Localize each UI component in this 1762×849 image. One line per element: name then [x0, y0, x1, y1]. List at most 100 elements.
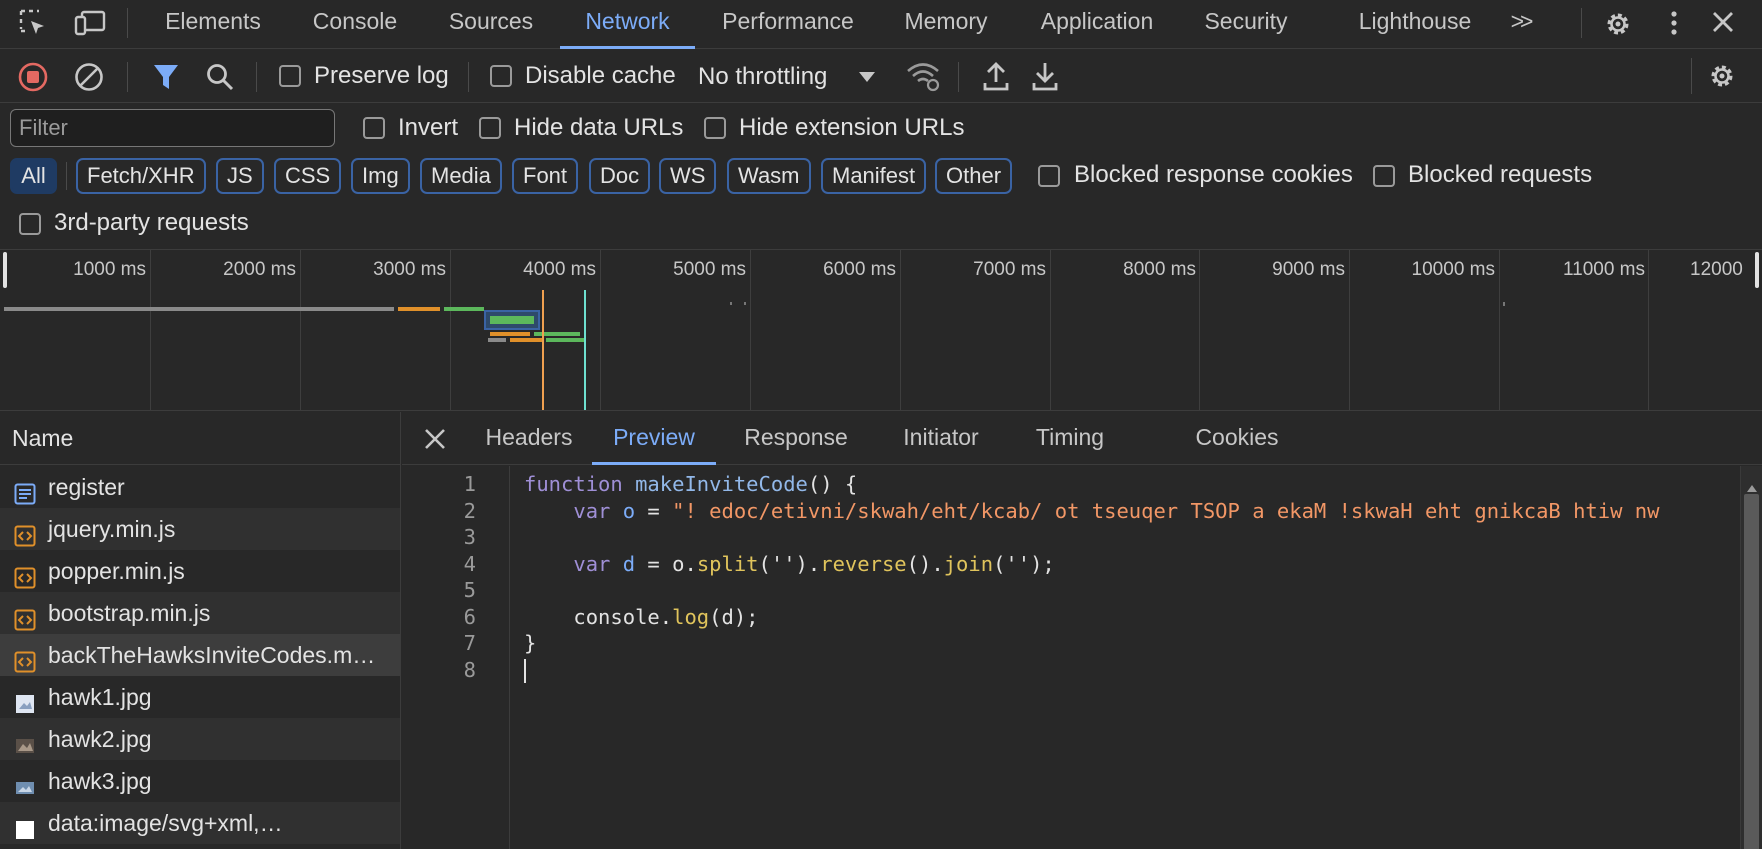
- clear-icon[interactable]: [74, 62, 104, 92]
- type-filter-js[interactable]: JS: [216, 158, 264, 194]
- third-party-requests-checkbox[interactable]: [19, 213, 41, 235]
- blocked-requests-checkbox[interactable]: [1373, 165, 1395, 187]
- throttling-select[interactable]: No throttling: [698, 60, 882, 94]
- tick-label: 12000: [1690, 259, 1743, 280]
- device-toolbar-icon[interactable]: [74, 8, 106, 38]
- overview-bar: [398, 307, 440, 311]
- type-filter-img[interactable]: Img: [351, 158, 410, 194]
- type-filter-fetch-xhr[interactable]: Fetch/XHR: [76, 158, 206, 194]
- request-name: bootstrap.min.js: [48, 600, 211, 626]
- scroll-up-arrow-icon[interactable]: [1746, 474, 1758, 492]
- network-overview-timeline[interactable]: 1000 ms 2000 ms 3000 ms 4000 ms 5000 ms …: [0, 249, 1762, 411]
- hide-extension-urls-label: Hide extension URLs: [739, 114, 965, 141]
- tab-response[interactable]: Response: [728, 412, 864, 465]
- scrollbar-thumb[interactable]: [1744, 494, 1759, 849]
- overview-bar: [488, 338, 506, 342]
- request-row-hawk1[interactable]: hawk1.jpg: [0, 676, 400, 718]
- request-name: register: [48, 474, 125, 500]
- tab-cookies[interactable]: Cookies: [1102, 412, 1372, 465]
- type-filter-manifest[interactable]: Manifest: [821, 158, 927, 194]
- type-filter-css[interactable]: CSS: [274, 158, 342, 194]
- disable-cache-checkbox[interactable]: [490, 65, 512, 87]
- type-filter-wasm[interactable]: Wasm: [727, 158, 811, 194]
- overview-bar: [444, 307, 484, 311]
- tab-headers[interactable]: Headers: [464, 412, 594, 465]
- tab-application[interactable]: Application: [1024, 0, 1170, 49]
- disable-cache-label: Disable cache: [525, 62, 676, 89]
- type-filter-other[interactable]: Other: [935, 158, 1013, 194]
- overview-right-handle[interactable]: [1755, 252, 1759, 288]
- blocked-response-cookies-checkbox[interactable]: [1038, 165, 1060, 187]
- request-row-hawk3[interactable]: hawk3.jpg: [0, 760, 400, 802]
- preserve-log-label: Preserve log: [314, 62, 449, 89]
- tab-initiator[interactable]: Initiator: [876, 412, 1006, 465]
- tick-label: 9000 ms: [1272, 259, 1345, 280]
- tab-elements[interactable]: Elements: [148, 0, 278, 49]
- tab-lighthouse[interactable]: Lighthouse: [1344, 0, 1486, 49]
- tick-label: 5000 ms: [673, 259, 746, 280]
- tab-network[interactable]: Network: [560, 0, 695, 49]
- text-cursor: [524, 659, 526, 683]
- document-icon: [14, 476, 36, 505]
- filter-funnel-icon[interactable]: [152, 62, 180, 92]
- svg-icon: [14, 812, 36, 839]
- code-preview[interactable]: 1 2 3 4 5 6 7 8 function makeInviteCode(…: [402, 466, 1762, 849]
- network-settings-gear-icon[interactable]: [1706, 60, 1738, 92]
- tick-label: 1000 ms: [73, 259, 146, 280]
- type-filter-media[interactable]: Media: [420, 158, 502, 194]
- tab-sources[interactable]: Sources: [432, 0, 550, 49]
- hide-data-urls-checkbox[interactable]: [479, 117, 501, 139]
- request-row-popper[interactable]: popper.min.js: [0, 550, 400, 592]
- request-row-backthehawks[interactable]: backTheHawksInviteCodes.m…: [0, 634, 400, 676]
- close-detail-icon[interactable]: [424, 428, 446, 450]
- type-filter-doc[interactable]: Doc: [589, 158, 651, 194]
- name-column-header[interactable]: Name: [0, 412, 401, 465]
- tab-performance[interactable]: Performance: [710, 0, 866, 49]
- overview-bar: [534, 332, 580, 336]
- preserve-log-checkbox[interactable]: [279, 65, 301, 87]
- hide-extension-urls-checkbox[interactable]: [704, 117, 726, 139]
- overview-left-handle[interactable]: [3, 252, 7, 288]
- record-stop-icon[interactable]: [18, 62, 48, 92]
- tick-label: 10000 ms: [1411, 259, 1495, 280]
- import-har-icon[interactable]: [982, 60, 1010, 92]
- invert-checkbox[interactable]: [363, 117, 385, 139]
- code-line: var o = "! edoc/etivni/skwah/eht/kcab/ o…: [573, 498, 1660, 523]
- request-row-bootstrap[interactable]: bootstrap.min.js: [0, 592, 400, 634]
- search-icon[interactable]: [205, 62, 235, 92]
- close-devtools-icon[interactable]: [1710, 9, 1736, 35]
- request-row-data-svg[interactable]: data:image/svg+xml,…: [0, 802, 400, 844]
- line-number: 4: [463, 551, 476, 576]
- request-name: hawk2.jpg: [48, 726, 152, 752]
- line-number-gutter: 1 2 3 4 5 6 7 8: [402, 466, 510, 849]
- tab-console[interactable]: Console: [296, 0, 414, 49]
- tab-memory[interactable]: Memory: [886, 0, 1006, 49]
- network-conditions-icon[interactable]: [906, 60, 940, 92]
- type-filter-font[interactable]: Font: [512, 158, 579, 194]
- request-row-hawk2[interactable]: hawk2.jpg: [0, 718, 400, 760]
- more-options-icon[interactable]: [1664, 8, 1684, 38]
- request-row-register[interactable]: register: [0, 466, 400, 508]
- request-name: data:image/svg+xml,…: [48, 810, 283, 836]
- tab-preview[interactable]: Preview: [592, 412, 716, 465]
- devtools-tab-bar: Elements Console Sources Network Perform…: [0, 0, 1762, 49]
- inspect-element-icon[interactable]: [18, 8, 48, 38]
- code-line: console.log(d);: [573, 604, 759, 629]
- tab-security[interactable]: Security: [1188, 0, 1304, 49]
- export-har-icon[interactable]: [1031, 60, 1059, 92]
- third-party-requests-label: 3rd-party requests: [54, 209, 249, 236]
- tick-label: 3000 ms: [373, 259, 446, 280]
- request-name: backTheHawksInviteCodes.m…: [48, 642, 376, 668]
- line-number: 3: [463, 525, 476, 549]
- line-number: 6: [463, 604, 476, 629]
- line-number: 7: [463, 631, 476, 655]
- more-tabs-icon[interactable]: >>: [1500, 0, 1540, 49]
- filter-input[interactable]: [10, 109, 335, 147]
- request-row-jquery[interactable]: jquery.min.js: [0, 508, 400, 550]
- type-filter-all[interactable]: All: [10, 158, 57, 194]
- overview-bar: [546, 338, 584, 342]
- vertical-scrollbar[interactable]: [1740, 466, 1762, 849]
- settings-gear-icon[interactable]: [1602, 8, 1634, 40]
- script-icon: [14, 518, 36, 547]
- type-filter-ws[interactable]: WS: [659, 158, 717, 194]
